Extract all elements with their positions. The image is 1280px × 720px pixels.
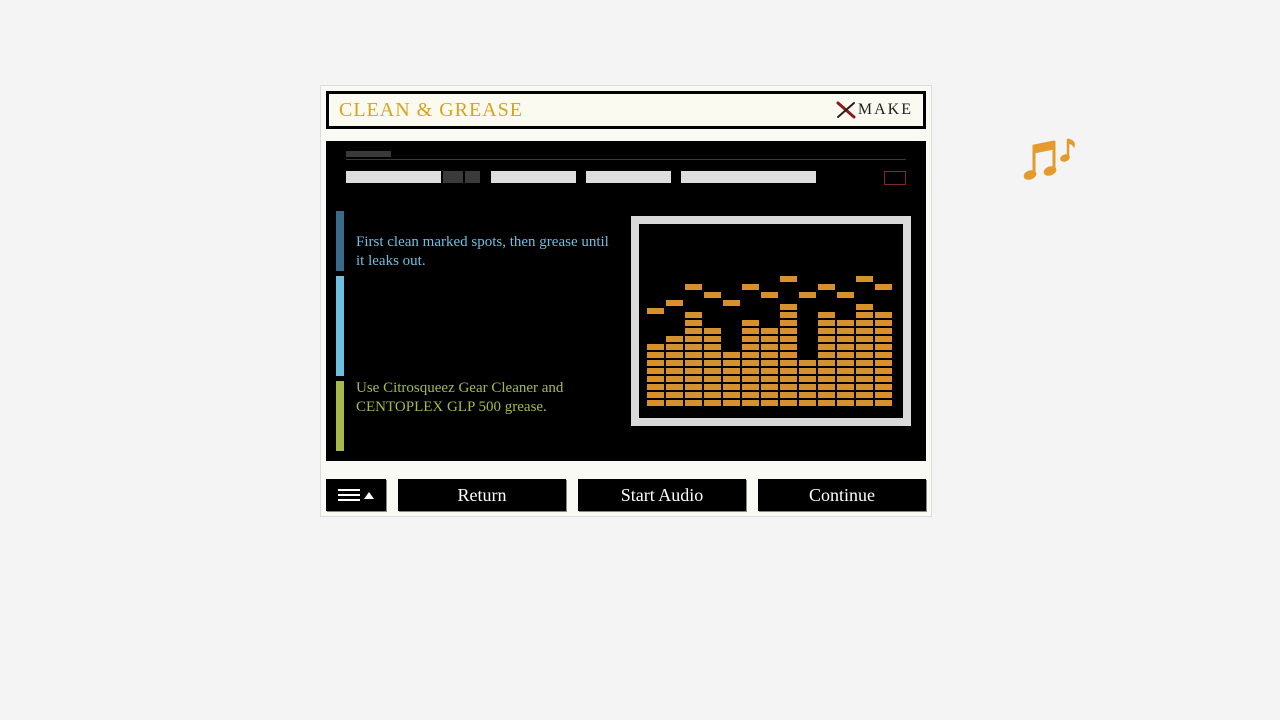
instruction-step-2: Use Citrosqueez Gear Cleaner and CENTOPL… <box>356 379 616 417</box>
accent-bar-3 <box>336 381 344 451</box>
chevron-up-icon <box>364 492 374 499</box>
accent-bar-2 <box>336 276 344 376</box>
music-notes-icon <box>1020 135 1080 195</box>
continue-button[interactable]: Continue <box>758 479 926 511</box>
button-row: Return Start Audio Continue <box>326 479 926 511</box>
instruction-step-1: First clean marked spots, then grease un… <box>356 233 616 271</box>
return-button[interactable]: Return <box>398 479 566 511</box>
header-bar: CLEAN & GREASE MAKE <box>326 91 926 129</box>
tab-4[interactable] <box>681 171 816 183</box>
tab-1[interactable] <box>346 171 441 183</box>
tab-2[interactable] <box>491 171 576 183</box>
logo-text: MAKE <box>858 101 913 118</box>
hamburger-icon <box>338 486 360 504</box>
tab-strip <box>346 151 906 191</box>
content-body: First clean marked spots, then grease un… <box>326 141 926 461</box>
status-indicator <box>884 171 906 185</box>
accent-bar-1 <box>336 211 344 271</box>
tab-1c[interactable] <box>465 171 480 183</box>
x-mark-icon <box>836 101 856 119</box>
audio-visualizer-frame <box>631 216 911 426</box>
tab-1b[interactable] <box>443 171 463 183</box>
tab-3[interactable] <box>586 171 671 183</box>
audio-equalizer <box>639 224 903 418</box>
page-title: CLEAN & GREASE <box>339 99 523 122</box>
menu-button[interactable] <box>326 479 386 511</box>
start-audio-button[interactable]: Start Audio <box>578 479 746 511</box>
instruction-panel: CLEAN & GREASE MAKE First clean m <box>320 85 932 517</box>
brand-logo: MAKE <box>836 101 913 119</box>
